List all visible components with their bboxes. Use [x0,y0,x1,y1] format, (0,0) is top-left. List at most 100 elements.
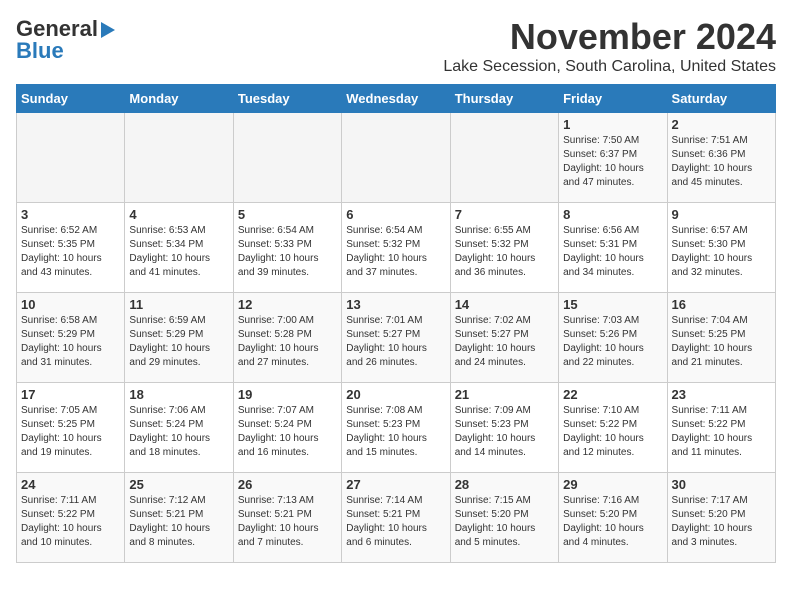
day-info: Sunrise: 7:07 AMSunset: 5:24 PMDaylight:… [238,404,337,460]
calendar-cell: 6 Sunrise: 6:54 AMSunset: 5:32 PMDaylight… [342,203,450,293]
calendar-cell: 20 Sunrise: 7:08 AMSunset: 5:23 PMDayligh… [342,383,450,473]
day-number: 28 [455,477,554,492]
calendar-cell [342,113,450,203]
calendar-body: 1 Sunrise: 7:50 AMSunset: 6:37 PMDaylight… [17,113,776,563]
calendar-cell: 13 Sunrise: 7:01 AMSunset: 5:27 PMDayligh… [342,293,450,383]
day-info: Sunrise: 6:56 AMSunset: 5:31 PMDaylight:… [563,224,662,280]
calendar-cell: 12 Sunrise: 7:00 AMSunset: 5:28 PMDayligh… [233,293,341,383]
logo-arrow-icon [101,22,115,38]
day-number: 13 [346,297,445,312]
calendar-cell: 23 Sunrise: 7:11 AMSunset: 5:22 PMDayligh… [667,383,775,473]
day-info: Sunrise: 7:15 AMSunset: 5:20 PMDaylight:… [455,494,554,550]
day-info: Sunrise: 7:09 AMSunset: 5:23 PMDaylight:… [455,404,554,460]
day-info: Sunrise: 7:00 AMSunset: 5:28 PMDaylight:… [238,314,337,370]
day-info: Sunrise: 7:02 AMSunset: 5:27 PMDaylight:… [455,314,554,370]
day-info: Sunrise: 7:05 AMSunset: 5:25 PMDaylight:… [21,404,120,460]
day-info: Sunrise: 6:53 AMSunset: 5:34 PMDaylight:… [129,224,228,280]
day-info: Sunrise: 7:11 AMSunset: 5:22 PMDaylight:… [672,404,771,460]
day-number: 10 [21,297,120,312]
day-number: 23 [672,387,771,402]
day-number: 3 [21,207,120,222]
calendar-header-tuesday: Tuesday [233,85,341,113]
calendar-cell [450,113,558,203]
day-number: 9 [672,207,771,222]
month-title: November 2024 [443,16,776,58]
day-info: Sunrise: 6:54 AMSunset: 5:32 PMDaylight:… [346,224,445,280]
day-info: Sunrise: 7:50 AMSunset: 6:37 PMDaylight:… [563,134,662,190]
day-number: 30 [672,477,771,492]
day-info: Sunrise: 6:59 AMSunset: 5:29 PMDaylight:… [129,314,228,370]
calendar-table: SundayMondayTuesdayWednesdayThursdayFrid… [16,84,776,563]
day-number: 27 [346,477,445,492]
calendar-cell: 18Sunrise: 7:06 AMSunset: 5:24 PMDayligh… [125,383,233,473]
calendar-cell: 26Sunrise: 7:13 AMSunset: 5:21 PMDayligh… [233,473,341,563]
calendar-week-row: 10 Sunrise: 6:58 AMSunset: 5:29 PMDayligh… [17,293,776,383]
calendar-cell: 7 Sunrise: 6:55 AMSunset: 5:32 PMDaylight… [450,203,558,293]
calendar-week-row: 3 Sunrise: 6:52 AMSunset: 5:35 PMDaylight… [17,203,776,293]
day-info: Sunrise: 7:08 AMSunset: 5:23 PMDaylight:… [346,404,445,460]
day-info: Sunrise: 7:10 AMSunset: 5:22 PMDaylight:… [563,404,662,460]
day-number: 6 [346,207,445,222]
day-number: 17 [21,387,120,402]
calendar-cell: 25 Sunrise: 7:12 AMSunset: 5:21 PMDayligh… [125,473,233,563]
calendar-cell: 21 Sunrise: 7:09 AMSunset: 5:23 PMDayligh… [450,383,558,473]
calendar-cell: 22 Sunrise: 7:10 AMSunset: 5:22 PMDayligh… [559,383,667,473]
day-info: Sunrise: 7:03 AMSunset: 5:26 PMDaylight:… [563,314,662,370]
day-info: Sunrise: 6:54 AMSunset: 5:33 PMDaylight:… [238,224,337,280]
calendar-header-saturday: Saturday [667,85,775,113]
day-number: 7 [455,207,554,222]
calendar-cell: 8 Sunrise: 6:56 AMSunset: 5:31 PMDaylight… [559,203,667,293]
day-number: 19 [238,387,337,402]
day-info: Sunrise: 7:14 AMSunset: 5:21 PMDaylight:… [346,494,445,550]
page-header: General Blue November 2024 Lake Secessio… [16,16,776,76]
day-number: 16 [672,297,771,312]
calendar-header-friday: Friday [559,85,667,113]
day-number: 25 [129,477,228,492]
day-number: 18 [129,387,228,402]
calendar-cell: 3 Sunrise: 6:52 AMSunset: 5:35 PMDaylight… [17,203,125,293]
day-info: Sunrise: 7:51 AMSunset: 6:36 PMDaylight:… [672,134,771,190]
day-number: 1 [563,117,662,132]
calendar-cell: 28 Sunrise: 7:15 AMSunset: 5:20 PMDayligh… [450,473,558,563]
calendar-week-row: 24 Sunrise: 7:11 AMSunset: 5:22 PMDayligh… [17,473,776,563]
location-subtitle: Lake Secession, South Carolina, United S… [443,58,776,76]
day-info: Sunrise: 6:58 AMSunset: 5:29 PMDaylight:… [21,314,120,370]
day-number: 24 [21,477,120,492]
calendar-week-row: 1 Sunrise: 7:50 AMSunset: 6:37 PMDaylight… [17,113,776,203]
calendar-cell: 9 Sunrise: 6:57 AMSunset: 5:30 PMDaylight… [667,203,775,293]
day-info: Sunrise: 7:17 AMSunset: 5:20 PMDaylight:… [672,494,771,550]
day-number: 12 [238,297,337,312]
day-number: 2 [672,117,771,132]
day-number: 20 [346,387,445,402]
calendar-cell: 29Sunrise: 7:16 AMSunset: 5:20 PMDayligh… [559,473,667,563]
day-number: 5 [238,207,337,222]
day-info: Sunrise: 7:12 AMSunset: 5:21 PMDaylight:… [129,494,228,550]
logo: General Blue [16,16,115,64]
calendar-cell: 15 Sunrise: 7:03 AMSunset: 5:26 PMDayligh… [559,293,667,383]
day-number: 21 [455,387,554,402]
day-info: Sunrise: 7:01 AMSunset: 5:27 PMDaylight:… [346,314,445,370]
day-number: 15 [563,297,662,312]
calendar-cell: 4 Sunrise: 6:53 AMSunset: 5:34 PMDaylight… [125,203,233,293]
day-info: Sunrise: 7:11 AMSunset: 5:22 PMDaylight:… [21,494,120,550]
calendar-cell: 30 Sunrise: 7:17 AMSunset: 5:20 PMDayligh… [667,473,775,563]
calendar-cell: 27 Sunrise: 7:14 AMSunset: 5:21 PMDayligh… [342,473,450,563]
day-number: 8 [563,207,662,222]
day-info: Sunrise: 6:57 AMSunset: 5:30 PMDaylight:… [672,224,771,280]
calendar-cell: 1 Sunrise: 7:50 AMSunset: 6:37 PMDaylight… [559,113,667,203]
calendar-header-row: SundayMondayTuesdayWednesdayThursdayFrid… [17,85,776,113]
calendar-cell: 16Sunrise: 7:04 AMSunset: 5:25 PMDayligh… [667,293,775,383]
day-info: Sunrise: 7:16 AMSunset: 5:20 PMDaylight:… [563,494,662,550]
calendar-header-thursday: Thursday [450,85,558,113]
day-info: Sunrise: 6:52 AMSunset: 5:35 PMDaylight:… [21,224,120,280]
calendar-cell: 11 Sunrise: 6:59 AMSunset: 5:29 PMDayligh… [125,293,233,383]
day-number: 22 [563,387,662,402]
day-info: Sunrise: 7:13 AMSunset: 5:21 PMDaylight:… [238,494,337,550]
day-info: Sunrise: 6:55 AMSunset: 5:32 PMDaylight:… [455,224,554,280]
calendar-cell: 19 Sunrise: 7:07 AMSunset: 5:24 PMDayligh… [233,383,341,473]
day-number: 11 [129,297,228,312]
calendar-cell: 10 Sunrise: 6:58 AMSunset: 5:29 PMDayligh… [17,293,125,383]
day-number: 4 [129,207,228,222]
calendar-cell [125,113,233,203]
logo-text-blue: Blue [16,38,64,64]
